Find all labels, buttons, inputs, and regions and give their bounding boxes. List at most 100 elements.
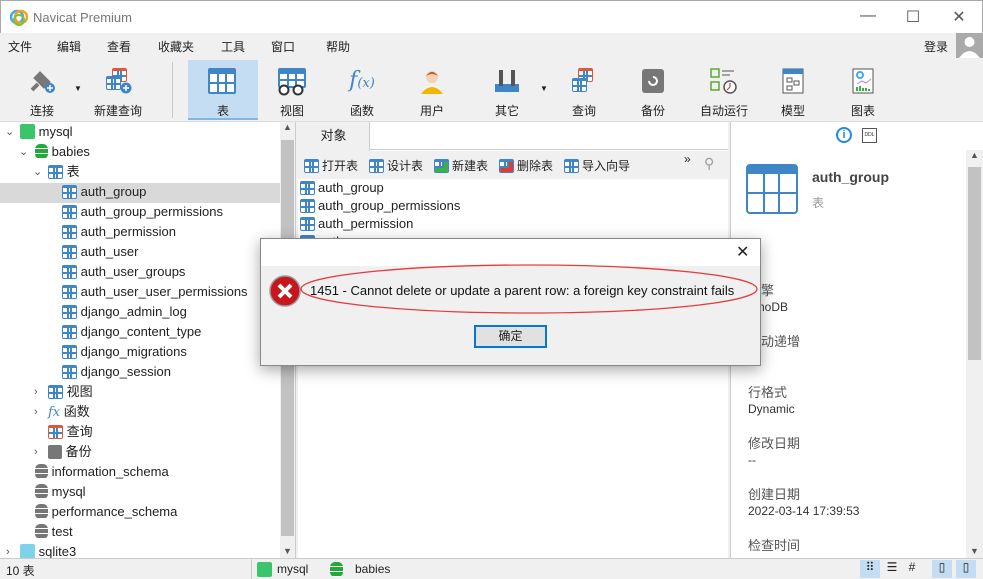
- database-icon: [330, 562, 343, 577]
- query-icon: [48, 425, 63, 439]
- toolbar-automation[interactable]: 自动运行: [690, 60, 758, 120]
- menu-view[interactable]: 查看: [107, 38, 131, 55]
- tree-backups-folder[interactable]: 备份: [48, 442, 92, 462]
- tree-table-item[interactable]: auth_user_groups: [62, 262, 185, 282]
- minimize-button[interactable]: —: [853, 7, 883, 27]
- chevron-down-icon[interactable]: ⌄: [33, 165, 43, 178]
- avatar[interactable]: [956, 33, 983, 58]
- tree-database-item[interactable]: mysql: [35, 482, 86, 502]
- toolbar-user[interactable]: 用户: [398, 60, 466, 120]
- chevron-right-icon[interactable]: ›: [6, 546, 16, 558]
- open-table-button[interactable]: 打开表: [304, 157, 358, 174]
- chevron-right-icon[interactable]: ›: [34, 406, 44, 418]
- dialog-close-button[interactable]: ✕: [736, 242, 749, 262]
- menu-edit[interactable]: 编辑: [57, 38, 81, 55]
- model-icon: [782, 68, 804, 94]
- menu-help[interactable]: 帮助: [326, 38, 350, 55]
- menu-file[interactable]: 文件: [8, 38, 32, 55]
- list-view-button[interactable]: ☰: [882, 560, 902, 578]
- menu-tools[interactable]: 工具: [221, 38, 245, 55]
- detail-view-button[interactable]: #: [902, 560, 922, 578]
- tree-functions-folder[interactable]: fx 函数: [48, 402, 90, 422]
- tree-table-item[interactable]: auth_user_user_permissions: [62, 282, 248, 302]
- design-table-icon: [369, 158, 384, 173]
- maximize-button[interactable]: ☐: [898, 7, 928, 27]
- table-icon: [62, 185, 77, 199]
- info-field-value: --: [748, 453, 756, 467]
- chevron-down-icon[interactable]: ⌄: [19, 145, 29, 158]
- tree-table-item[interactable]: auth_group_permissions: [62, 202, 223, 222]
- tree-database-babies[interactable]: babies: [35, 142, 90, 162]
- tree-table-item[interactable]: django_migrations: [62, 342, 187, 362]
- close-window-button[interactable]: ✕: [944, 7, 974, 27]
- toolbar-query[interactable]: 查询: [550, 60, 618, 120]
- backup-icon: [48, 445, 62, 459]
- toggle-right-panel-button[interactable]: ▯: [956, 560, 976, 578]
- tree-database-item[interactable]: performance_schema: [35, 502, 177, 522]
- menu-favorites[interactable]: 收藏夹: [158, 38, 194, 55]
- menu-window[interactable]: 窗口: [271, 38, 295, 55]
- info-scrollbar[interactable]: ▲ ▼: [966, 150, 983, 558]
- connection-tree: ⌄ mysql ⌄ babies ⌄ 表 auth_group auth_gro…: [0, 122, 296, 559]
- new-table-button[interactable]: 新建表: [434, 157, 488, 174]
- table-large-icon: [746, 164, 798, 214]
- chevron-right-icon[interactable]: ›: [34, 446, 44, 458]
- tree-database-item[interactable]: information_schema: [35, 462, 169, 482]
- ddl-icon[interactable]: DDL: [862, 128, 877, 143]
- database-icon: [35, 144, 48, 159]
- tab-objects[interactable]: 对象: [298, 122, 370, 151]
- object-list-item[interactable]: auth_group: [300, 179, 384, 197]
- toolbar-chart[interactable]: 图表: [829, 60, 897, 120]
- window-title: Navicat Premium: [33, 10, 132, 25]
- tree-database-item[interactable]: test: [35, 522, 73, 542]
- other-dropdown-arrow[interactable]: ▼: [540, 84, 548, 93]
- toolbar-function[interactable]: f(x) 函数: [328, 60, 396, 120]
- table-icon: [48, 165, 63, 179]
- toggle-left-panel-button[interactable]: ▯: [932, 560, 952, 578]
- tree-connection-mysql[interactable]: mysql: [20, 122, 73, 142]
- tree-table-item[interactable]: django_admin_log: [62, 302, 187, 322]
- toolbar-new-query[interactable]: 新建查询: [84, 60, 152, 120]
- status-connection: mysql: [277, 562, 309, 576]
- info-field-label: 行格式: [748, 385, 788, 400]
- tree-tables-folder[interactable]: 表: [48, 162, 80, 182]
- toolbar-table[interactable]: 表: [188, 60, 258, 120]
- database-icon: [35, 524, 48, 539]
- tree-table-item[interactable]: auth_permission: [62, 222, 176, 242]
- object-list-item[interactable]: auth_group_permissions: [300, 197, 460, 215]
- login-link[interactable]: 登录: [924, 38, 948, 55]
- table-icon: [300, 217, 315, 231]
- object-list-item[interactable]: auth_permission: [300, 215, 413, 233]
- tree-views-folder[interactable]: 视图: [48, 382, 93, 402]
- tree-table-item[interactable]: auth_group: [62, 182, 146, 202]
- toolbar-other[interactable]: 其它: [473, 60, 541, 120]
- tree-table-item[interactable]: auth_user: [62, 242, 138, 262]
- chevron-right-icon[interactable]: ›: [34, 386, 44, 398]
- toolbar-view[interactable]: 视图: [258, 60, 326, 120]
- chevron-down-icon[interactable]: ⌄: [5, 125, 15, 138]
- connect-dropdown-arrow[interactable]: ▼: [74, 84, 82, 93]
- tree-table-item[interactable]: django_content_type: [62, 322, 201, 342]
- ok-button[interactable]: 确定: [474, 325, 547, 348]
- error-message: 1451 - Cannot delete or update a parent …: [310, 283, 735, 298]
- tree-table-item[interactable]: django_session: [62, 362, 171, 382]
- toolbar-model[interactable]: 模型: [759, 60, 827, 120]
- info-icon[interactable]: i: [836, 127, 852, 143]
- database-icon: [35, 484, 48, 499]
- scrollbar-thumb[interactable]: [968, 167, 981, 360]
- grid-view-button[interactable]: ⠿: [860, 560, 880, 578]
- more-tools-button[interactable]: »: [684, 152, 691, 166]
- design-table-button[interactable]: 设计表: [369, 157, 423, 174]
- delete-table-icon: [499, 158, 514, 173]
- import-wizard-button[interactable]: 导入向导: [564, 157, 630, 174]
- tree-queries-folder[interactable]: 查询: [48, 422, 93, 442]
- delete-table-button[interactable]: 删除表: [499, 157, 553, 174]
- table-icon: [62, 345, 77, 359]
- chart-icon: [852, 68, 874, 94]
- toolbar-connect[interactable]: 连接: [8, 60, 76, 120]
- import-icon: [564, 158, 579, 173]
- function-icon: f(x): [349, 68, 375, 93]
- toolbar-backup[interactable]: 备份: [619, 60, 687, 120]
- view-icon: [48, 385, 63, 399]
- search-icon[interactable]: ⚲: [704, 155, 714, 172]
